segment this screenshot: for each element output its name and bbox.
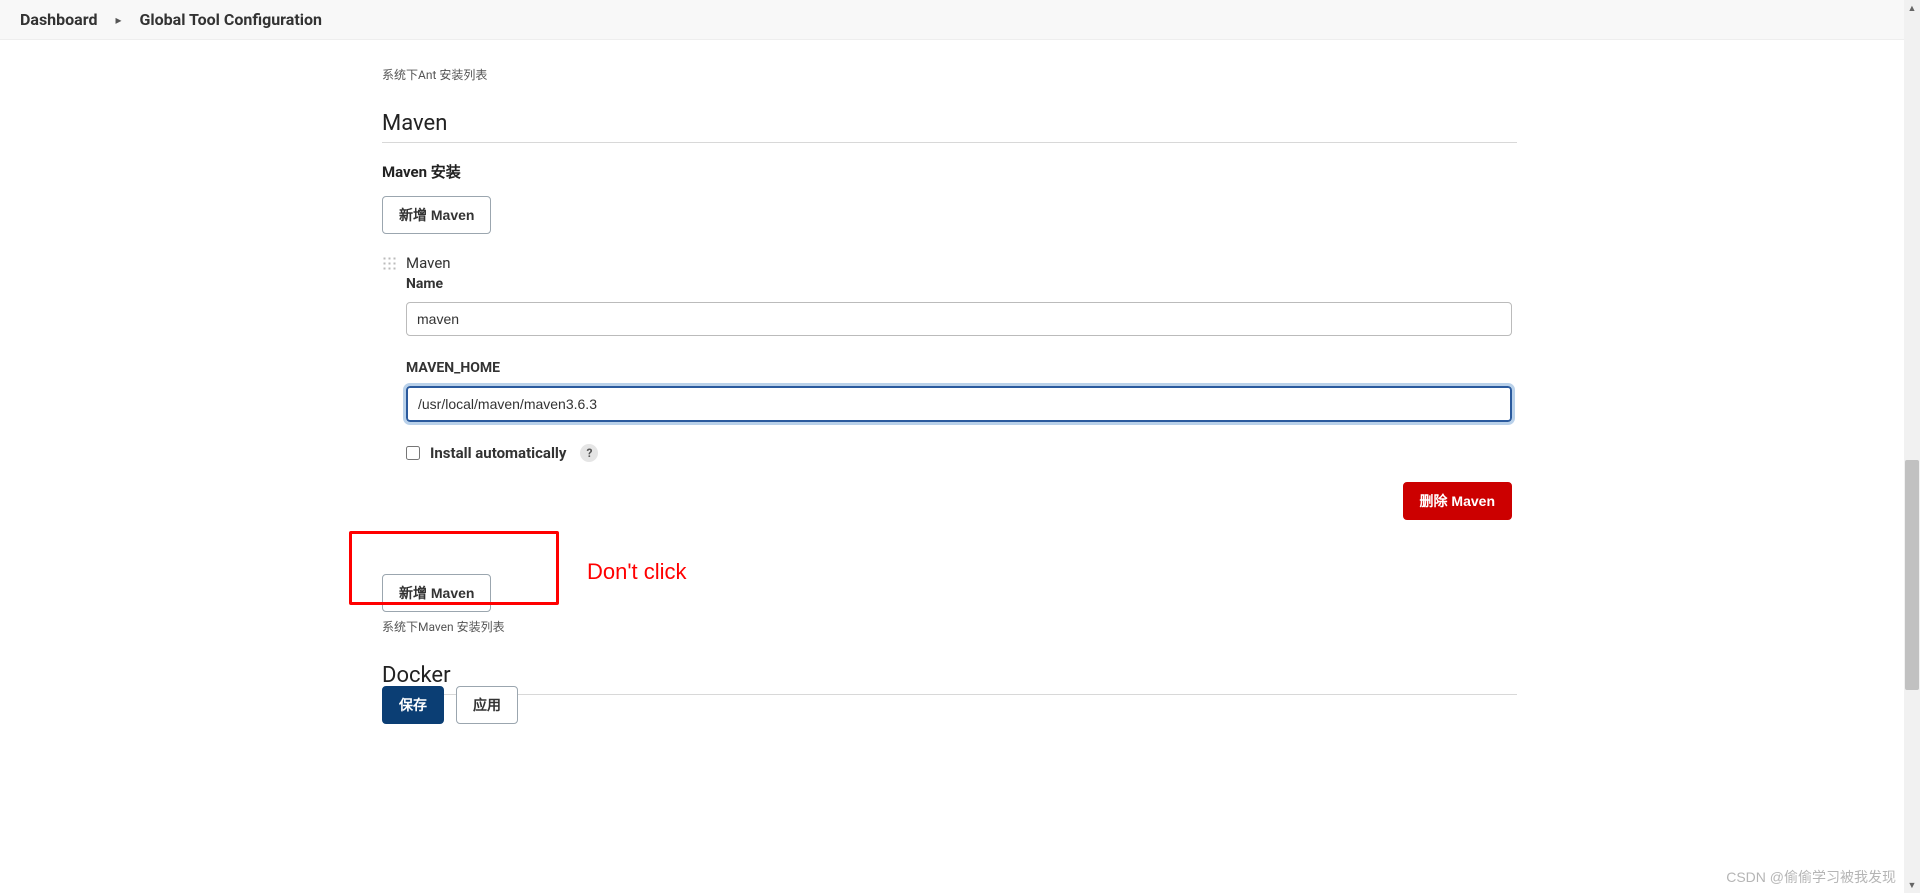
drag-handle-icon[interactable]: [382, 256, 396, 270]
docker-section-title: Docker: [382, 663, 1920, 688]
install-auto-label: Install automatically: [430, 444, 566, 462]
name-label: Name: [406, 276, 1512, 292]
delete-maven-button[interactable]: 删除 Maven: [1403, 482, 1512, 520]
scrollbar-thumb[interactable]: [1905, 460, 1919, 690]
watermark-text: CSDN @偷偷学习被我发现: [1726, 867, 1896, 887]
maven-section-title: Maven: [382, 111, 1920, 136]
maven-home-label: MAVEN_HOME: [406, 360, 1512, 376]
chevron-right-icon: ▸: [115, 13, 121, 27]
add-maven-bottom-section: 新增 Maven 系统下Maven 安装列表: [382, 574, 1920, 635]
install-auto-row: Install automatically ?: [406, 444, 1512, 462]
breadcrumb-current: Global Tool Configuration: [139, 10, 322, 29]
maven-name-input[interactable]: [406, 302, 1512, 336]
breadcrumb: Dashboard ▸ Global Tool Configuration: [0, 0, 1920, 40]
apply-button[interactable]: 应用: [456, 686, 518, 724]
add-maven-button-bottom[interactable]: 新增 Maven: [382, 574, 491, 612]
install-auto-checkbox[interactable]: [406, 446, 420, 460]
add-maven-button-top[interactable]: 新增 Maven: [382, 196, 491, 234]
help-icon[interactable]: ?: [580, 444, 598, 462]
maven-home-input[interactable]: [406, 386, 1512, 422]
maven-tool-block: Maven Name MAVEN_HOME Install automatica…: [382, 254, 1512, 462]
scroll-up-arrow-icon[interactable]: ▲: [1904, 0, 1920, 16]
scrollbar-track[interactable]: ▲ ▼: [1904, 0, 1920, 893]
scroll-down-arrow-icon[interactable]: ▼: [1904, 877, 1920, 893]
maven-install-list-hint: 系统下Maven 安装列表: [382, 618, 1920, 635]
divider: [382, 142, 1517, 143]
ant-install-list-hint: 系统下Ant 安装列表: [382, 66, 1920, 83]
save-button[interactable]: 保存: [382, 686, 444, 724]
main-content: 系统下Ant 安装列表 Maven Maven 安装 新增 Maven Mave…: [0, 40, 1920, 695]
footer-actions: 保存 应用: [382, 680, 518, 724]
maven-tool-label: Maven: [406, 254, 1512, 272]
maven-install-heading: Maven 安装: [382, 161, 1920, 182]
breadcrumb-dashboard[interactable]: Dashboard: [20, 10, 97, 29]
divider: [382, 694, 1517, 695]
